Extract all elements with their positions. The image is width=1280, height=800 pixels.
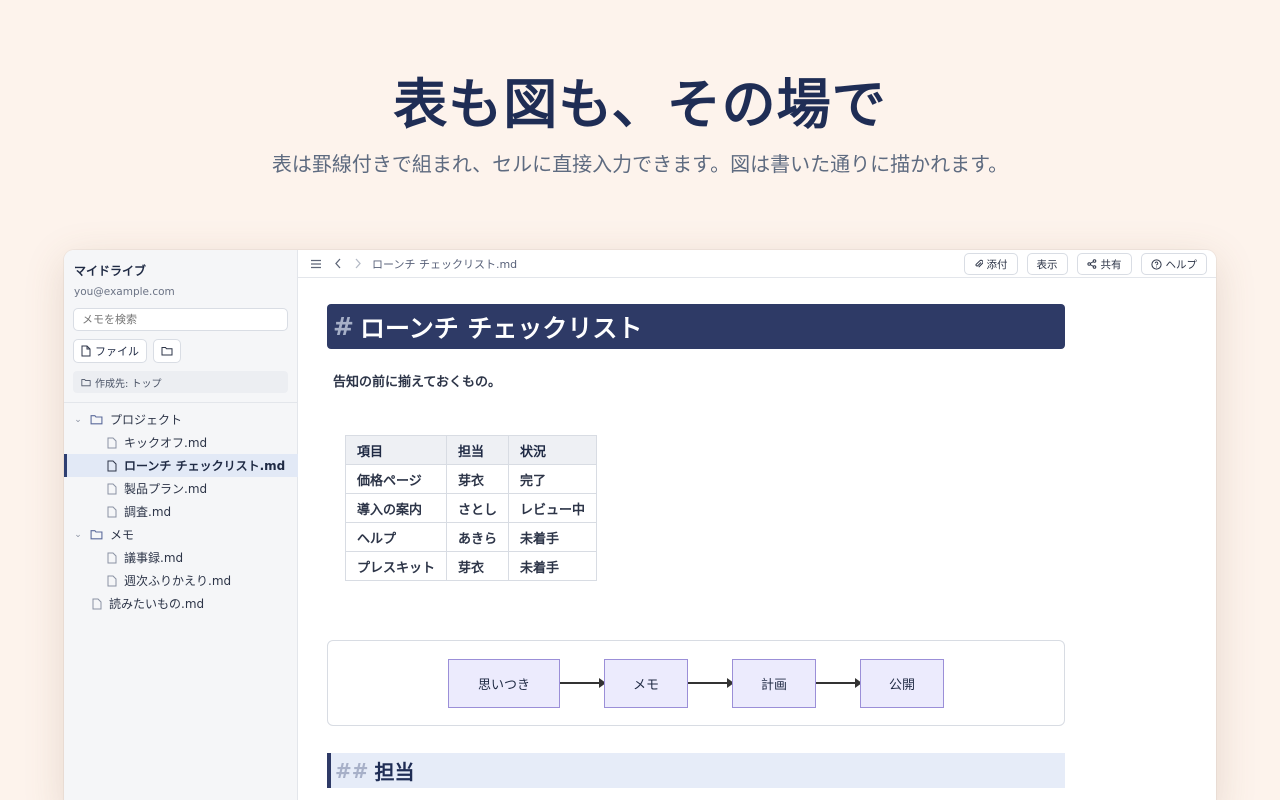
tree-item-label: プロジェクト bbox=[110, 413, 183, 427]
table-cell[interactable]: 未着手 bbox=[508, 522, 598, 552]
flow-node: 計画 bbox=[732, 659, 816, 708]
create-target-label: 作成先: トップ bbox=[95, 378, 162, 390]
tree-item-label: 製品プラン.md bbox=[124, 482, 208, 496]
table-cell[interactable]: 芽衣 bbox=[446, 551, 510, 581]
tree-file-kickoff[interactable]: キックオフ.md bbox=[64, 431, 298, 454]
file-icon bbox=[107, 506, 117, 518]
table-cell[interactable]: あきら bbox=[446, 522, 510, 552]
sidebar: マイドライブ you@example.com ファイル 作成先: トップ ⌄ bbox=[64, 250, 298, 800]
tree-item-label: 週次ふりかえり.md bbox=[124, 574, 232, 588]
tree-file-reading-list[interactable]: 読みたいもの.md bbox=[64, 592, 298, 615]
folder-icon bbox=[90, 529, 103, 540]
file-icon bbox=[107, 483, 117, 495]
attach-label: 添付 bbox=[986, 258, 1008, 271]
table-cell[interactable]: ヘルプ bbox=[344, 522, 448, 552]
table-cell[interactable]: 未着手 bbox=[508, 551, 598, 581]
flow-arrow bbox=[688, 678, 734, 688]
help-circle-icon bbox=[1150, 258, 1162, 270]
hero-subtitle: 表は罫線付きで組まれ、セルに直接入力できます。図は書いた通りに描かれます。 bbox=[271, 152, 1009, 176]
back-icon[interactable] bbox=[334, 258, 342, 269]
tree-item-label: メモ bbox=[110, 528, 135, 542]
search-input[interactable] bbox=[73, 308, 288, 331]
table-header-row: 項目 担当 状況 bbox=[344, 435, 598, 465]
table-cell[interactable]: 価格ページ bbox=[344, 464, 448, 494]
sidebar-divider bbox=[64, 402, 298, 403]
new-file-button[interactable]: ファイル bbox=[73, 339, 147, 363]
new-file-label: ファイル bbox=[95, 345, 139, 358]
paperclip-icon bbox=[974, 259, 983, 269]
tree-file-launch-checklist[interactable]: ローンチ チェックリスト.md bbox=[64, 454, 298, 477]
new-folder-button[interactable] bbox=[153, 339, 181, 363]
file-icon bbox=[81, 345, 91, 357]
create-target[interactable]: 作成先: トップ bbox=[73, 371, 288, 393]
file-icon bbox=[107, 460, 117, 472]
heading-2-marker: ## bbox=[335, 758, 369, 783]
drive-label: マイドライブ bbox=[74, 264, 147, 278]
table-row: プレスキット 芽衣 未着手 bbox=[344, 551, 598, 581]
flow-diagram[interactable]: 思いつき メモ 計画 公開 bbox=[327, 640, 1065, 726]
tree-file-product-plan[interactable]: 製品プラン.md bbox=[64, 477, 298, 500]
table-cell[interactable]: プレスキット bbox=[344, 551, 448, 581]
folder-icon bbox=[81, 378, 91, 387]
chevron-down-icon[interactable]: ⌄ bbox=[73, 415, 83, 425]
editor-content[interactable]: # ローンチ チェックリスト 告知の前に揃えておくもの。 項目 担当 状況 価格… bbox=[298, 279, 1216, 800]
heading-2-text: 担当 bbox=[374, 760, 415, 784]
menu-icon[interactable] bbox=[310, 259, 322, 269]
flow-node: 思いつき bbox=[448, 659, 560, 708]
checklist-table: 項目 担当 状況 価格ページ 芽衣 完了 導入の案内 さとし レビュー中 ヘルプ bbox=[344, 435, 598, 581]
tree-item-label: 読みたいもの.md bbox=[109, 597, 205, 611]
file-icon bbox=[107, 575, 117, 587]
forward-icon[interactable] bbox=[354, 258, 362, 269]
file-icon bbox=[92, 598, 102, 610]
attach-button[interactable]: 添付 bbox=[963, 253, 1018, 275]
table-header-cell[interactable]: 状況 bbox=[508, 435, 598, 465]
chevron-down-icon[interactable]: ⌄ bbox=[73, 530, 83, 540]
table-header-cell[interactable]: 項目 bbox=[344, 435, 448, 465]
intro-paragraph[interactable]: 告知の前に揃えておくもの。 bbox=[333, 371, 501, 390]
view-label: 表示 bbox=[1036, 258, 1058, 271]
flow-node: 公開 bbox=[860, 659, 944, 708]
tree-file-weekly-retro[interactable]: 週次ふりかえり.md bbox=[64, 569, 298, 592]
tree-item-label: ローンチ チェックリスト.md bbox=[124, 459, 286, 473]
flow-node: メモ bbox=[604, 659, 688, 708]
app-window: マイドライブ you@example.com ファイル 作成先: トップ ⌄ bbox=[64, 250, 1216, 800]
table-header-cell[interactable]: 担当 bbox=[446, 435, 510, 465]
hero-title: 表も図も、その場で bbox=[393, 73, 887, 136]
view-button[interactable]: 表示 bbox=[1026, 253, 1068, 275]
tree-item-label: キックオフ.md bbox=[124, 436, 208, 450]
tree-item-label: 調査.md bbox=[124, 505, 172, 519]
table-cell[interactable]: レビュー中 bbox=[508, 493, 598, 523]
share-button[interactable]: 共有 bbox=[1076, 253, 1132, 275]
folder-icon bbox=[161, 346, 173, 356]
heading-1-marker: # bbox=[333, 312, 354, 341]
table-cell[interactable]: 完了 bbox=[508, 464, 598, 494]
heading-2[interactable]: ## 担当 bbox=[327, 753, 1065, 788]
help-button[interactable]: ヘルプ bbox=[1140, 253, 1207, 275]
table-row: 価格ページ 芽衣 完了 bbox=[344, 464, 598, 494]
table-row: 導入の案内 さとし レビュー中 bbox=[344, 493, 598, 523]
tree-folder-project[interactable]: ⌄ プロジェクト bbox=[64, 408, 298, 431]
table-cell[interactable]: さとし bbox=[446, 493, 510, 523]
share-label: 共有 bbox=[1100, 258, 1122, 271]
tree-folder-memo[interactable]: ⌄ メモ bbox=[64, 523, 298, 546]
file-icon bbox=[107, 552, 117, 564]
editor-toolbar: ローンチ チェックリスト.md 添付 表示 共有 ヘルプ bbox=[298, 250, 1216, 278]
heading-1[interactable]: # ローンチ チェックリスト bbox=[327, 304, 1065, 349]
table-cell[interactable]: 導入の案内 bbox=[344, 493, 448, 523]
tree-file-research[interactable]: 調査.md bbox=[64, 500, 298, 523]
share-icon bbox=[1086, 259, 1097, 269]
table-cell[interactable]: 芽衣 bbox=[446, 464, 510, 494]
tree-file-minutes[interactable]: 議事録.md bbox=[64, 546, 298, 569]
file-icon bbox=[107, 437, 117, 449]
account-email: you@example.com bbox=[74, 286, 175, 298]
heading-1-text: ローンチ チェックリスト bbox=[359, 313, 643, 343]
table-row: ヘルプ あきら 未着手 bbox=[344, 522, 598, 552]
tree-item-label: 議事録.md bbox=[124, 551, 184, 565]
help-label: ヘルプ bbox=[1165, 258, 1198, 271]
flow-arrow bbox=[816, 678, 862, 688]
flow-arrow bbox=[560, 678, 606, 688]
folder-icon bbox=[90, 414, 103, 425]
breadcrumb: ローンチ チェックリスト.md bbox=[372, 257, 518, 271]
